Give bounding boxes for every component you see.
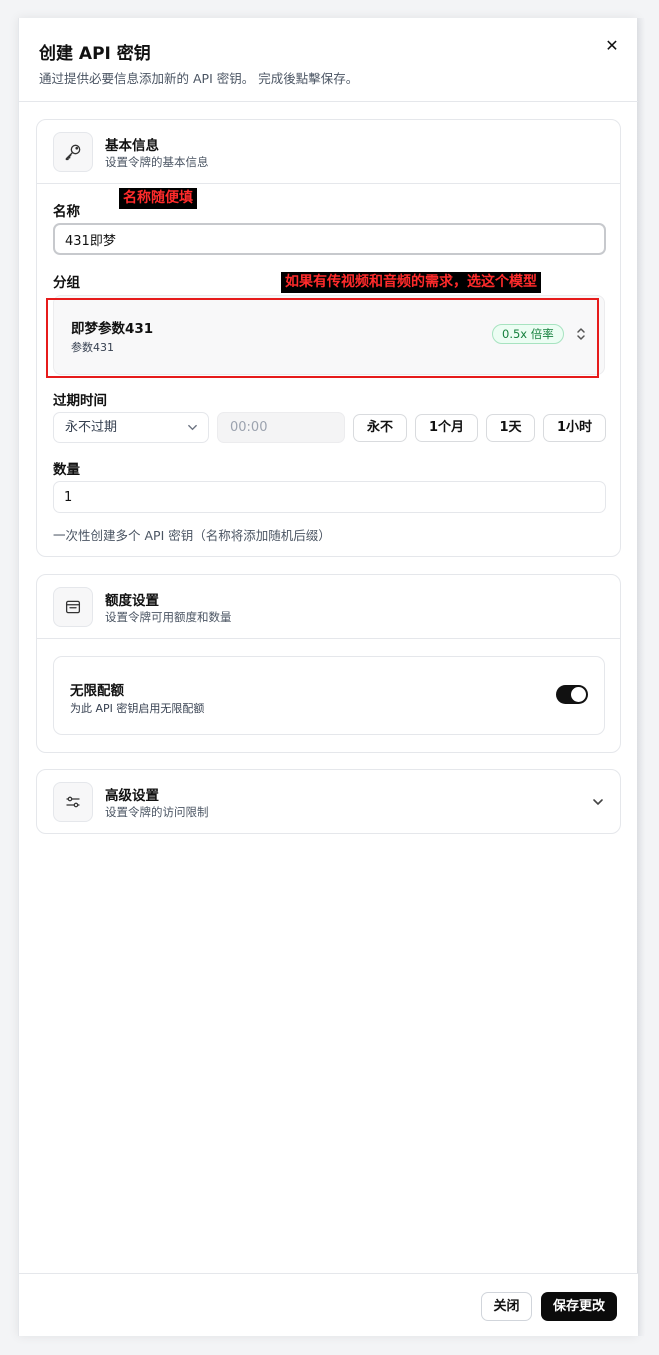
- unlimited-quota-toggle[interactable]: [556, 685, 588, 704]
- close-icon[interactable]: ✕: [604, 38, 620, 54]
- sliders-icon: [53, 782, 93, 822]
- basic-info-header: 基本信息 设置令牌的基本信息: [37, 120, 620, 184]
- quantity-label: 数量: [53, 462, 80, 478]
- basic-info-subtitle: 设置令牌的基本信息: [105, 155, 209, 169]
- expiry-1month-button[interactable]: 1个月: [415, 414, 478, 442]
- basic-info-card: 基本信息 设置令牌的基本信息 名称 名称随便填 分组 如果有传视频和音频的需求，…: [36, 119, 621, 557]
- wallet-icon: [53, 587, 93, 627]
- unlimited-quota-title: 无限配额: [70, 683, 124, 699]
- expiry-never-button[interactable]: 永不: [353, 414, 407, 442]
- background-edge: [637, 18, 645, 1336]
- chevron-down-icon: [592, 796, 604, 808]
- group-label: 分组: [53, 275, 80, 291]
- quota-card: 额度设置 设置令牌可用额度和数量 无限配额 为此 API 密钥启用无限配额: [36, 574, 621, 753]
- name-input[interactable]: [53, 223, 606, 255]
- group-highlight-box: [46, 298, 599, 378]
- quota-title: 额度设置: [105, 593, 159, 609]
- key-icon: [53, 132, 93, 172]
- unlimited-quota-row: 无限配额 为此 API 密钥启用无限配额: [53, 656, 605, 735]
- advanced-title: 高级设置: [105, 788, 159, 804]
- advanced-header[interactable]: 高级设置 设置令牌的访问限制: [37, 770, 620, 834]
- expiry-label: 过期时间: [53, 393, 107, 409]
- advanced-subtitle: 设置令牌的访问限制: [105, 805, 209, 819]
- basic-info-title: 基本信息: [105, 138, 159, 154]
- save-changes-button[interactable]: 保存更改: [541, 1292, 617, 1321]
- panel-footer: 关闭 保存更改: [19, 1273, 638, 1336]
- chevron-down-icon: [187, 422, 198, 433]
- expiry-time-input[interactable]: 00:00: [217, 412, 345, 443]
- close-button[interactable]: 关闭: [481, 1292, 532, 1321]
- advanced-card[interactable]: 高级设置 设置令牌的访问限制: [36, 769, 621, 834]
- group-annotation: 如果有传视频和音频的需求，选这个模型: [281, 272, 541, 293]
- toggle-knob: [571, 687, 586, 702]
- quota-subtitle: 设置令牌可用额度和数量: [105, 610, 232, 624]
- expiry-1day-button[interactable]: 1天: [486, 414, 535, 442]
- unlimited-quota-desc: 为此 API 密钥启用无限配额: [70, 702, 205, 715]
- expiry-1hour-button[interactable]: 1小时: [543, 414, 606, 442]
- expiry-select-value: 永不过期: [65, 420, 118, 435]
- panel-subtitle: 通过提供必要信息添加新的 API 密钥。 完成後點擊保存。: [39, 71, 359, 86]
- expiry-select[interactable]: 永不过期: [53, 412, 209, 443]
- name-annotation: 名称随便填: [119, 188, 197, 209]
- name-label: 名称: [53, 204, 80, 220]
- create-api-key-panel: 创建 API 密钥 通过提供必要信息添加新的 API 密钥。 完成後點擊保存。 …: [18, 18, 638, 1336]
- quota-header: 额度设置 设置令牌可用额度和数量: [37, 575, 620, 639]
- quantity-input[interactable]: [53, 481, 606, 513]
- panel-header: 创建 API 密钥 通过提供必要信息添加新的 API 密钥。 完成後點擊保存。 …: [19, 18, 638, 102]
- panel-title: 创建 API 密钥: [39, 44, 151, 64]
- quantity-help-text: 一次性创建多个 API 密钥（名称将添加随机后缀）: [53, 528, 331, 543]
